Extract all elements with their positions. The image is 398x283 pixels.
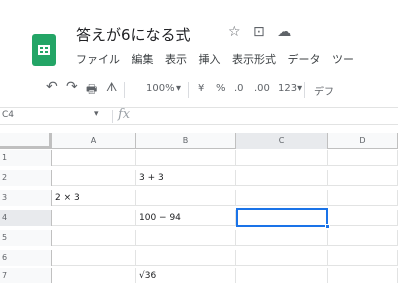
table-row: 1 <box>0 150 398 166</box>
menu-tools[interactable]: ツー <box>332 51 354 67</box>
cell-d5[interactable] <box>328 230 398 246</box>
select-all-corner[interactable] <box>0 133 52 149</box>
active-cell-selection[interactable] <box>236 208 328 227</box>
cell-c6[interactable] <box>236 250 328 266</box>
cell-c5[interactable] <box>236 230 328 246</box>
name-box[interactable]: C4 <box>2 110 14 120</box>
cloud-status-icon[interactable]: ☁ <box>277 24 291 40</box>
redo-icon[interactable]: ↷ <box>66 79 78 95</box>
toolbar-divider <box>124 82 125 98</box>
sheets-logo-icon[interactable] <box>32 34 56 66</box>
title-icons: ☆ ⊡ ☁ <box>228 24 299 40</box>
font-select[interactable]: デフ <box>314 83 334 98</box>
decrease-decimal-button[interactable]: .0 <box>234 83 244 94</box>
document-title[interactable]: 答えが6になる式 <box>76 24 191 45</box>
cell-a2[interactable] <box>52 170 136 186</box>
menu-insert[interactable]: 挿入 <box>199 51 221 67</box>
cell-b5[interactable] <box>136 230 236 246</box>
row-header[interactable]: 2 <box>0 170 52 186</box>
toolbar-divider <box>188 82 189 98</box>
cell-a6[interactable] <box>52 250 136 266</box>
table-row: 4 100 − 94 <box>0 210 398 226</box>
column-header-d[interactable]: D <box>328 133 398 149</box>
cell-c2[interactable] <box>236 170 328 186</box>
menu-edit[interactable]: 編集 <box>132 51 154 67</box>
paint-format-icon[interactable]: ᗑ <box>106 80 117 95</box>
fx-icon: fx <box>118 107 131 122</box>
cell-a5[interactable] <box>52 230 136 246</box>
cell-d6[interactable] <box>328 250 398 266</box>
cell-b1[interactable] <box>136 150 236 166</box>
name-box-caret-icon[interactable]: ▾ <box>94 109 99 119</box>
menu-bar: ファイル 編集 表示 挿入 表示形式 データ ツー <box>76 51 362 67</box>
cell-a4[interactable] <box>52 210 136 226</box>
cell-d3[interactable] <box>328 190 398 206</box>
increase-decimal-button[interactable]: .00 <box>254 83 270 94</box>
currency-format-button[interactable]: ¥ <box>198 83 204 94</box>
cell-a1[interactable] <box>52 150 136 166</box>
fill-handle[interactable] <box>325 224 330 229</box>
column-header-row: A B C D <box>0 133 398 149</box>
row-header[interactable]: 4 <box>0 210 52 226</box>
more-formats-button[interactable]: 123▾ <box>278 83 302 94</box>
cell-d2[interactable] <box>328 170 398 186</box>
cell-c3[interactable] <box>236 190 328 206</box>
cell-d7[interactable] <box>328 268 398 283</box>
menu-view[interactable]: 表示 <box>165 51 187 67</box>
table-row: 3 2 × 3 <box>0 190 398 206</box>
toolbar-divider <box>304 82 305 98</box>
menu-data[interactable]: データ <box>288 51 321 67</box>
cell-d4[interactable] <box>328 210 398 226</box>
cell-b4[interactable]: 100 − 94 <box>136 210 236 226</box>
cell-d1[interactable] <box>328 150 398 166</box>
formula-bar: C4 ▾ fx <box>0 107 398 125</box>
star-icon[interactable]: ☆ <box>228 24 241 40</box>
cell-b3[interactable] <box>136 190 236 206</box>
cell-b7[interactable]: √36 <box>136 268 236 283</box>
column-header-c[interactable]: C <box>236 133 328 149</box>
row-header[interactable]: 5 <box>0 230 52 246</box>
formula-divider <box>112 110 113 123</box>
print-icon[interactable]: 🖶 <box>86 80 97 101</box>
row-header[interactable]: 1 <box>0 150 52 166</box>
menu-format[interactable]: 表示形式 <box>232 51 276 67</box>
cell-b2[interactable]: 3 + 3 <box>136 170 236 186</box>
table-row: 2 3 + 3 <box>0 170 398 186</box>
table-row: 6 <box>0 250 398 266</box>
percent-format-button[interactable]: % <box>216 83 226 94</box>
cell-c7[interactable] <box>236 268 328 283</box>
cell-b6[interactable] <box>136 250 236 266</box>
toolbar: ↶ ↷ 🖶 ᗑ 100% ▾ ¥ % .0 .00 123▾ デフ <box>0 79 398 101</box>
row-header[interactable]: 6 <box>0 250 52 266</box>
row-header[interactable]: 3 <box>0 190 52 206</box>
row-header[interactable]: 7 <box>0 268 52 283</box>
column-header-a[interactable]: A <box>52 133 136 149</box>
move-to-folder-icon[interactable]: ⊡ <box>253 24 265 40</box>
table-row: 5 <box>0 230 398 246</box>
undo-icon[interactable]: ↶ <box>46 79 58 95</box>
cell-a7[interactable] <box>52 268 136 283</box>
cell-c1[interactable] <box>236 150 328 166</box>
zoom-select[interactable]: 100% <box>146 83 175 94</box>
column-header-b[interactable]: B <box>136 133 236 149</box>
spreadsheet-grid: A B C D 1 2 3 + 3 3 2 × 3 4 100 − 94 5 6… <box>0 133 398 283</box>
table-row: 7 √36 <box>0 268 398 283</box>
cell-a3[interactable]: 2 × 3 <box>52 190 136 206</box>
menu-file[interactable]: ファイル <box>76 51 120 67</box>
zoom-caret-icon[interactable]: ▾ <box>176 83 181 94</box>
